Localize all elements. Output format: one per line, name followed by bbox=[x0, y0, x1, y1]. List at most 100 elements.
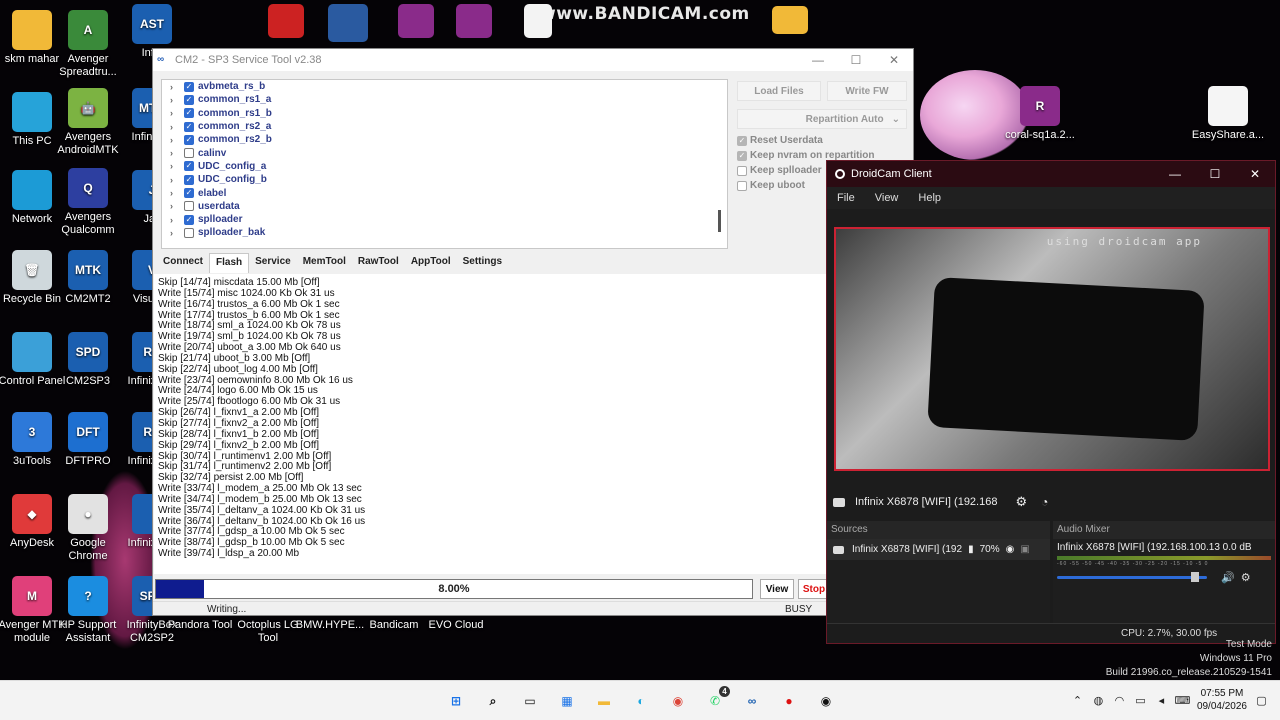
widgets-icon[interactable]: ▦ bbox=[555, 689, 579, 713]
tab-service[interactable]: Service bbox=[249, 253, 297, 273]
partition-checkbox[interactable]: ✓ bbox=[184, 174, 194, 185]
partition-checkbox[interactable] bbox=[184, 148, 194, 159]
notification-icon[interactable]: ▢ bbox=[1255, 694, 1268, 707]
minimize-button[interactable]: — bbox=[799, 49, 837, 71]
expand-arrow-icon[interactable]: › bbox=[170, 135, 184, 145]
bandicam-record-icon[interactable]: ● bbox=[777, 689, 801, 713]
partition-checkbox[interactable]: ✓ bbox=[184, 108, 194, 119]
menu-help[interactable]: Help bbox=[908, 192, 951, 204]
edge-icon[interactable]: ◐ bbox=[629, 689, 653, 713]
partition-row[interactable]: › ✓ common_rs2_a bbox=[162, 120, 727, 133]
expand-arrow-icon[interactable]: › bbox=[170, 188, 184, 198]
close-button[interactable]: ✕ bbox=[875, 49, 913, 71]
expand-arrow-icon[interactable]: › bbox=[170, 215, 184, 225]
tab-settings[interactable]: Settings bbox=[457, 253, 508, 273]
expand-arrow-icon[interactable]: › bbox=[170, 228, 184, 238]
slider-track[interactable] bbox=[1057, 575, 1207, 579]
partition-checkbox[interactable]: ✓ bbox=[184, 188, 194, 199]
expand-arrow-icon[interactable]: › bbox=[170, 175, 184, 185]
minimize-button[interactable]: — bbox=[1155, 161, 1195, 187]
checkbox[interactable] bbox=[737, 180, 747, 191]
chevron-up-icon[interactable]: ⌃ bbox=[1071, 694, 1084, 707]
desktop-shortcut[interactable] bbox=[310, 4, 386, 45]
gear-icon[interactable]: ⚙ bbox=[1241, 571, 1251, 584]
partition-row[interactable]: › ✓ common_rs1_a bbox=[162, 93, 727, 106]
partition-row[interactable]: › userdata bbox=[162, 200, 727, 213]
desktop-shortcut[interactable]: EasyShare.a... bbox=[1190, 86, 1266, 142]
expand-arrow-icon[interactable]: › bbox=[170, 95, 184, 105]
source-item[interactable]: Infinix X6878 [WIFI] (192 ▮ 70% ◉ ▣ bbox=[827, 539, 1050, 560]
partition-checkbox[interactable]: ✓ bbox=[184, 121, 194, 132]
repartition-select[interactable]: Repartition Auto ⌄ bbox=[737, 109, 907, 129]
file-explorer-icon[interactable]: ▬ bbox=[592, 689, 616, 713]
partition-checkbox[interactable] bbox=[184, 201, 194, 212]
checkbox[interactable]: ✓ bbox=[737, 135, 747, 146]
chrome-icon[interactable]: ◉ bbox=[666, 689, 690, 713]
tab-rawtool[interactable]: RawTool bbox=[352, 253, 405, 273]
partition-row[interactable]: › ✓ UDC_config_a bbox=[162, 160, 727, 173]
menu-file[interactable]: File bbox=[827, 192, 865, 204]
scrollbar[interactable] bbox=[718, 210, 721, 232]
expand-arrow-icon[interactable]: › bbox=[170, 82, 184, 92]
tab-flash[interactable]: Flash bbox=[209, 253, 250, 273]
task-view-icon[interactable]: ▭ bbox=[518, 689, 542, 713]
droidcam-taskbar-icon[interactable]: ◉ bbox=[814, 689, 838, 713]
tab-memtool[interactable]: MemTool bbox=[297, 253, 352, 273]
expand-arrow-icon[interactable]: › bbox=[170, 201, 184, 211]
search-icon[interactable]: ⌕ bbox=[481, 689, 505, 713]
partition-checkbox[interactable]: ✓ bbox=[184, 134, 194, 145]
network-tray-icon[interactable]: ◍ bbox=[1092, 694, 1105, 707]
partition-row[interactable]: › ✓ common_rs2_b bbox=[162, 133, 727, 146]
checkbox[interactable]: ✓ bbox=[737, 150, 747, 161]
partition-row[interactable]: › ✓ avbmeta_rs_b bbox=[162, 80, 727, 93]
expand-arrow-icon[interactable]: › bbox=[170, 108, 184, 118]
partition-row[interactable]: › ✓ splloader bbox=[162, 213, 727, 226]
volume-slider[interactable]: 🔊 ⚙ bbox=[1057, 571, 1271, 584]
partition-row[interactable]: › ✓ UDC_config_b bbox=[162, 173, 727, 186]
eye-icon[interactable]: ◉ bbox=[1006, 544, 1015, 555]
load-files-button[interactable]: Load Files bbox=[737, 81, 821, 101]
maximize-button[interactable]: ☐ bbox=[1195, 161, 1235, 187]
speaker-icon[interactable]: 🔊 bbox=[1221, 571, 1235, 584]
write-fw-button[interactable]: Write FW bbox=[827, 81, 907, 101]
option-checkbox[interactable]: ✓ Reset Userdata bbox=[737, 135, 823, 146]
partition-row[interactable]: › calinv bbox=[162, 146, 727, 159]
option-checkbox[interactable]: Keep splloader bbox=[737, 165, 822, 176]
menu-view[interactable]: View bbox=[865, 192, 909, 204]
option-checkbox[interactable]: Keep uboot bbox=[737, 180, 805, 191]
partition-row[interactable]: › splloader_bak bbox=[162, 226, 727, 239]
partition-checkbox[interactable]: ✓ bbox=[184, 94, 194, 105]
slider-handle[interactable] bbox=[1191, 572, 1199, 582]
checkbox[interactable] bbox=[737, 165, 747, 176]
tab-connect[interactable]: Connect bbox=[157, 253, 209, 273]
tab-apptool[interactable]: AppTool bbox=[405, 253, 457, 273]
battery-icon[interactable]: ▭ bbox=[1134, 694, 1147, 707]
close-button[interactable]: ✕ bbox=[1235, 161, 1275, 187]
volume-icon[interactable]: ◂ bbox=[1155, 694, 1168, 707]
partition-checkbox[interactable]: ✓ bbox=[184, 161, 194, 172]
partition-list[interactable]: › ✓ avbmeta_rs_b › ✓ common_rs1_a › ✓ common_rs1… bbox=[161, 79, 728, 249]
partition-checkbox[interactable]: ✓ bbox=[184, 81, 194, 92]
language-icon[interactable]: ⌨ bbox=[1175, 694, 1191, 707]
whatsapp-icon[interactable]: ✆ 4 bbox=[703, 686, 730, 713]
desktop-shortcut[interactable] bbox=[752, 6, 828, 37]
expand-arrow-icon[interactable]: › bbox=[170, 161, 184, 171]
view-button[interactable]: View bbox=[760, 579, 794, 599]
desktop-shortcut[interactable]: Rcoral-sq1a.2... bbox=[1002, 86, 1078, 142]
partition-checkbox[interactable]: ✓ bbox=[184, 214, 194, 225]
gear-icon[interactable]: ⚙ bbox=[1015, 494, 1027, 510]
expand-arrow-icon[interactable]: › bbox=[170, 122, 184, 132]
maximize-button[interactable]: ☐ bbox=[837, 49, 875, 71]
camera-preview[interactable]: using droidcam app bbox=[834, 227, 1270, 471]
windows-start-icon[interactable]: ⊞ bbox=[444, 689, 468, 713]
partition-row[interactable]: › ✓ elabel bbox=[162, 186, 727, 199]
lock-icon[interactable]: ▣ bbox=[1020, 544, 1029, 555]
partition-row[interactable]: › ✓ common_rs1_b bbox=[162, 107, 727, 120]
partition-checkbox[interactable] bbox=[184, 227, 194, 238]
cm2-taskbar-icon[interactable]: ∞ bbox=[740, 689, 764, 713]
expand-arrow-icon[interactable]: › bbox=[170, 148, 184, 158]
clock[interactable]: 07:55 PM 09/04/2026 bbox=[1197, 687, 1247, 713]
desktop-shortcut[interactable] bbox=[500, 4, 576, 41]
wifi-icon[interactable]: ◠ bbox=[1113, 694, 1126, 707]
refresh-icon[interactable]: ◔ bbox=[1041, 495, 1048, 509]
